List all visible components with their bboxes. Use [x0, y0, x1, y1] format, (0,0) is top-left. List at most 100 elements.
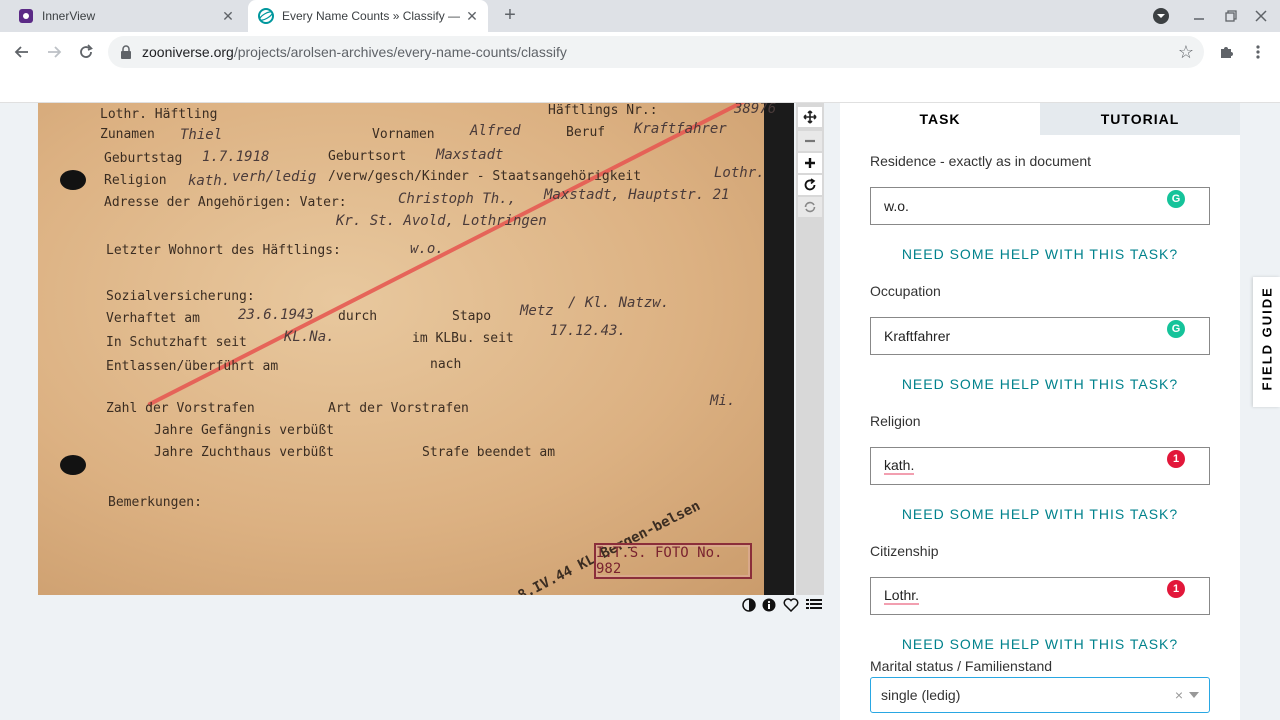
card-printed-text: Vornamen [372, 127, 435, 142]
marital-status-value: single (ledig) [881, 687, 961, 703]
profile-menu-icon[interactable] [1152, 0, 1170, 32]
move-icon[interactable] [798, 107, 822, 127]
heart-icon[interactable] [783, 597, 799, 613]
tab-tutorial[interactable]: TUTORIAL [1040, 103, 1240, 135]
restore-icon[interactable] [1224, 0, 1238, 32]
rotate-icon[interactable] [798, 175, 822, 195]
bookmark-star-icon[interactable]: ☆ [1178, 42, 1194, 63]
card-printed-text: Adresse der Angehörigen: Vater: [104, 195, 347, 210]
marital-status-select[interactable]: single (ledig) × [870, 677, 1210, 713]
card-handwritten-text: Christoph Th., [398, 191, 517, 207]
card-handwritten-text: 17.12.43. [550, 323, 626, 339]
chevron-down-icon[interactable] [1189, 692, 1199, 698]
card-printed-text: Jahre Zuchthaus verbüßt [154, 445, 335, 460]
card-handwritten-text: Maxstadt [436, 147, 504, 163]
tab-close-icon[interactable]: ✕ [218, 8, 238, 25]
help-link-occupation[interactable]: NEED SOME HELP WITH THIS TASK? [870, 376, 1210, 392]
tab-close-icon[interactable]: ✕ [462, 8, 482, 25]
card-handwritten-text: Thiel [180, 127, 223, 143]
zooniverse-favicon-icon [258, 8, 274, 24]
residence-value: w.o. [884, 198, 909, 214]
forward-arrow-icon[interactable] [42, 40, 66, 64]
zoom-out-icon[interactable] [798, 131, 822, 151]
card-printed-text: Art der Vorstrafen [328, 401, 469, 416]
card-handwritten-text: Kraftfahrer [634, 121, 727, 137]
task-panel: TASK TUTORIAL Residence - exactly as in … [840, 103, 1240, 720]
residence-input[interactable]: w.o. G [870, 187, 1210, 225]
clear-icon[interactable]: × [1175, 687, 1183, 703]
occupation-input[interactable]: Kraftfahrer G [870, 317, 1210, 355]
residence-label: Residence - exactly as in document [870, 153, 1091, 169]
card-handwritten-text: Maxstadt, Hauptstr. 21 [544, 187, 730, 203]
card-printed-text: Strafe beendet am [422, 445, 556, 460]
browser-tab-innerview[interactable]: InnerView ✕ [8, 0, 244, 32]
religion-label: Religion [870, 413, 921, 429]
occupation-label: Occupation [870, 283, 941, 299]
card-handwritten-text: 23.6.1943 [238, 307, 314, 323]
field-guide-label: FIELD GUIDE [1259, 286, 1275, 391]
card-dark-edge [764, 103, 794, 595]
reload-icon[interactable] [74, 40, 98, 64]
task-tabs: TASK TUTORIAL [840, 103, 1240, 135]
card-printed-text: durch [338, 309, 378, 324]
close-window-icon[interactable] [1254, 0, 1268, 32]
browser-tab-strip: InnerView ✕ Every Name Counts » Classify… [0, 0, 1280, 32]
tab-title: InnerView [42, 9, 96, 23]
card-handwritten-text: Metz [520, 303, 554, 319]
card-handwritten-text: kath. [188, 173, 231, 189]
citizenship-input[interactable]: Lothr. 1 [870, 577, 1210, 615]
tab-task[interactable]: TASK [840, 103, 1040, 135]
card-handwritten-text: Alfred [470, 123, 521, 139]
card-handwritten-text: verh/ledig [232, 169, 317, 185]
help-link-residence[interactable]: NEED SOME HELP WITH THIS TASK? [870, 246, 1210, 262]
occupation-value: Kraftfahrer [884, 328, 951, 344]
help-link-citizenship[interactable]: NEED SOME HELP WITH THIS TASK? [870, 636, 1210, 652]
zoom-in-icon[interactable] [798, 153, 822, 173]
card-handwritten-text: Mi. [710, 393, 736, 409]
extensions-puzzle-icon[interactable] [1214, 40, 1238, 64]
zoom-toolbar [796, 103, 824, 595]
its-foto-stamp: I.T.S. FOTO No. 982 [594, 543, 752, 579]
card-printed-text: Religion [104, 173, 167, 188]
card-printed-text: Bemerkungen: [108, 495, 202, 510]
reset-icon[interactable] [798, 197, 822, 217]
card-printed-text: nach [430, 357, 462, 372]
card-handwritten-text: 38976 [734, 103, 777, 117]
browser-toolbar: zooniverse.org/projects/arolsen-archives… [0, 32, 1280, 72]
browser-menu-icon[interactable] [1246, 40, 1270, 64]
collections-icon[interactable] [806, 597, 822, 613]
citizenship-label: Citizenship [870, 543, 939, 559]
subject-image-viewer[interactable]: 8.IV.44 KL Bergen-belsen I.T.S. FOTO No.… [38, 103, 794, 595]
card-printed-text: Beruf [566, 125, 606, 140]
punch-hole [60, 170, 86, 190]
spelling-error-badge[interactable]: 1 [1167, 450, 1185, 468]
browser-tab-zooniverse[interactable]: Every Name Counts » Classify — ✕ [248, 0, 488, 32]
card-printed-text: In Schutzhaft seit [106, 335, 247, 350]
grammarly-icon[interactable]: G [1167, 320, 1185, 338]
info-icon[interactable] [762, 597, 776, 613]
card-handwritten-text: KL.Na. [284, 329, 335, 345]
innerview-favicon-icon [18, 8, 34, 24]
card-printed-text: Stapo [452, 309, 492, 324]
address-bar[interactable]: zooniverse.org/projects/arolsen-archives… [108, 36, 1204, 68]
minimize-icon[interactable] [1192, 0, 1206, 32]
new-tab-button[interactable]: + [498, 4, 522, 28]
help-link-religion[interactable]: NEED SOME HELP WITH THIS TASK? [870, 506, 1210, 522]
card-printed-text: Zahl der Vorstrafen [106, 401, 255, 416]
grammarly-icon[interactable]: G [1167, 190, 1185, 208]
url-text: zooniverse.org/projects/arolsen-archives… [142, 44, 567, 60]
url-host: zooniverse.org [142, 44, 234, 60]
field-guide-button[interactable]: FIELD GUIDE [1253, 277, 1280, 407]
spelling-error-badge[interactable]: 1 [1167, 580, 1185, 598]
card-handwritten-text: / Kl. Natzw. [568, 295, 670, 311]
card-printed-text: Lothr. Häftling [100, 107, 218, 122]
card-printed-text: Häftlings Nr.: [548, 103, 658, 118]
card-printed-text: Entlassen/überführt am [106, 359, 279, 374]
lock-icon [120, 45, 134, 59]
contrast-icon[interactable] [742, 597, 756, 613]
back-arrow-icon[interactable] [10, 40, 34, 64]
marital-status-label: Marital status / Familienstand [870, 658, 1053, 674]
religion-input[interactable]: kath. 1 [870, 447, 1210, 485]
card-handwritten-text: Kr. St. Avold, Lothringen [336, 213, 547, 229]
card-printed-text: Verhaftet am [106, 311, 200, 326]
